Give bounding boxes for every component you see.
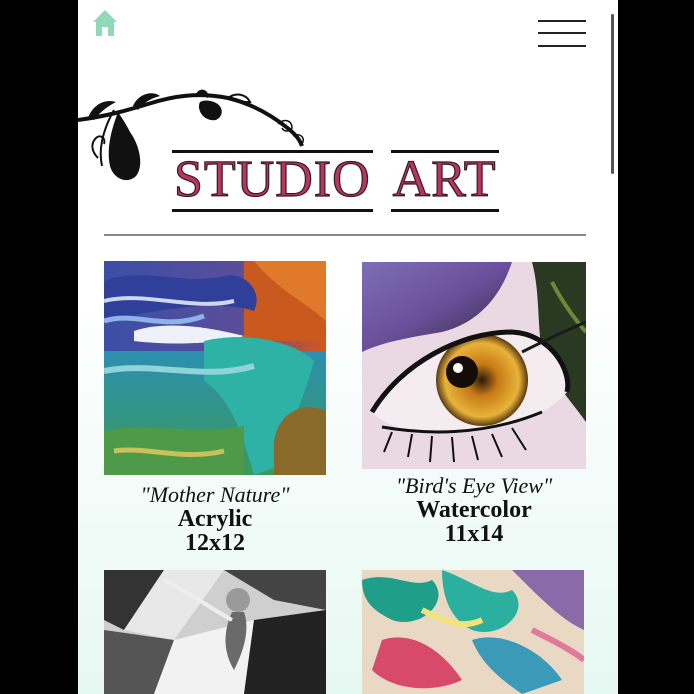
hamburger-menu-icon[interactable]	[538, 18, 586, 50]
page-title: STUDIO ART	[172, 150, 499, 212]
artwork-image-4[interactable]	[362, 570, 586, 694]
title-word-art: ART	[390, 150, 499, 212]
artwork-image-birds-eye-view[interactable]	[362, 262, 588, 469]
home-icon[interactable]	[90, 8, 120, 38]
artwork-size: 11x14	[444, 521, 504, 547]
artwork-card-mother-nature: "Mother Nature" Acrylic 12x12	[103, 261, 326, 556]
artwork-title: "Mother Nature"	[140, 482, 290, 507]
artwork-card-4	[362, 570, 586, 694]
artwork-caption: "Mother Nature" Acrylic 12x12	[104, 482, 326, 556]
artwork-title: "Bird's Eye View"	[395, 473, 553, 498]
studio-art-page: STUDIO ART "Mother Nature" Acrylic 12x12…	[78, 0, 618, 694]
artwork-image-3[interactable]	[104, 570, 326, 694]
artwork-medium: Watercolor	[416, 497, 532, 523]
artwork-caption: "Bird's Eye View" Watercolor 11x14	[362, 473, 586, 547]
title-word-studio: STUDIO	[172, 150, 373, 212]
artwork-medium: Acrylic	[177, 506, 253, 532]
divider	[104, 234, 586, 236]
scrollbar[interactable]	[611, 14, 614, 174]
artwork-card-3	[104, 570, 326, 694]
artwork-size: 12x12	[185, 530, 245, 556]
artwork-card-birds-eye-view: "Bird's Eye View" Watercolor 11x14	[362, 262, 588, 547]
artwork-image-mother-nature[interactable]	[103, 261, 326, 475]
